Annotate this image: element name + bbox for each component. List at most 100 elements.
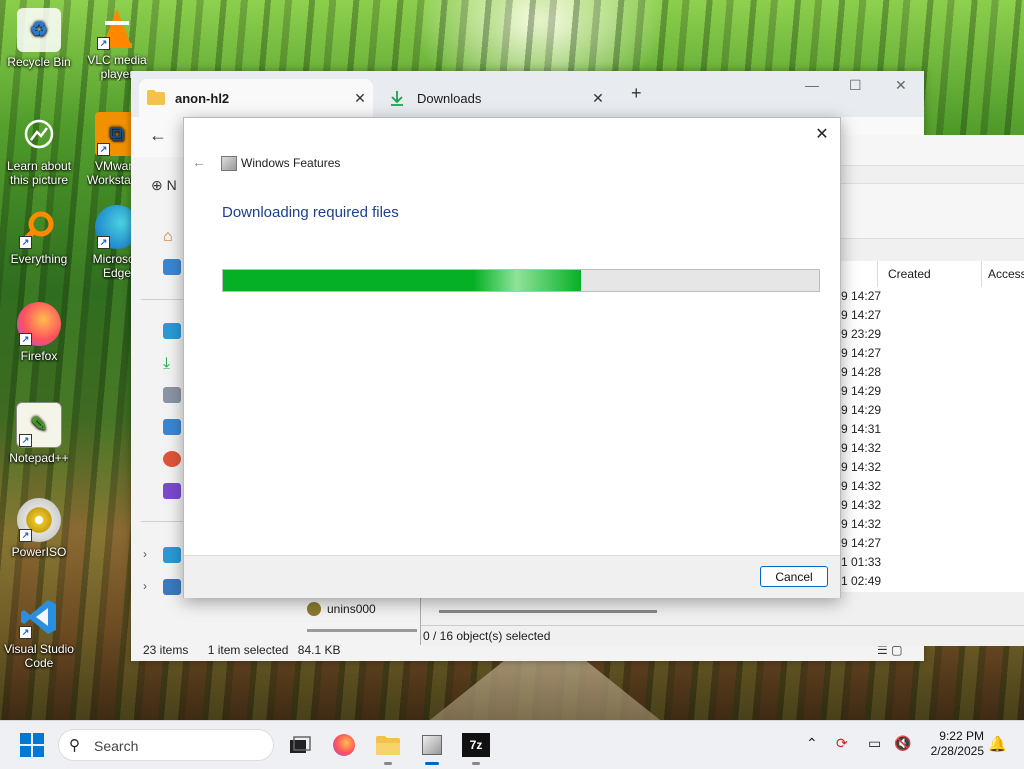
vlc-cone-icon: ↗ (95, 6, 139, 50)
list-item-time[interactable]: 9 14:32 (841, 517, 881, 531)
column-created[interactable]: Created (888, 267, 931, 281)
active-indicator (425, 762, 439, 765)
tab-label: anon-hl2 (175, 90, 230, 106)
list-item-time[interactable]: 9 14:31 (841, 422, 881, 436)
desktop-icon-recycle-bin[interactable]: ♻ Recycle Bin (0, 8, 78, 69)
videos-icon[interactable] (163, 483, 181, 499)
column-separator[interactable] (877, 261, 878, 287)
explorer-tab-bar: anon-hl2 ✕ Downloads ✕ + — ☐ ✕ (131, 71, 924, 117)
everything-search-icon: ↗ (17, 205, 61, 249)
desktop-icon-vscode[interactable]: ↗ Visual Studio Code (0, 595, 78, 670)
back-arrow-icon[interactable]: ← (149, 125, 167, 146)
close-window-icon[interactable]: ✕ (895, 77, 907, 94)
chevron-right-icon[interactable]: › (143, 547, 147, 561)
task-view-icon (290, 736, 311, 753)
list-item-time[interactable]: 1 02:49 (841, 574, 881, 588)
uninstaller-icon (307, 602, 321, 616)
desktop-icon-poweriso[interactable]: ↗ PowerISO (0, 498, 78, 559)
horizontal-scrollbar[interactable] (439, 610, 657, 613)
list-item-time[interactable]: 9 14:32 (841, 441, 881, 455)
learn-picture-icon (17, 112, 61, 156)
vscode-icon: ↗ (17, 595, 61, 639)
progress-fill (223, 270, 581, 291)
list-item-time[interactable]: 9 14:28 (841, 365, 881, 379)
firefox-icon: ↗ (17, 302, 61, 346)
pictures-icon[interactable] (163, 419, 181, 435)
taskbar-file-explorer[interactable] (372, 729, 404, 765)
shortcut-arrow-icon: ↗ (97, 236, 110, 249)
clock-time: 9:22 PM (939, 729, 984, 743)
notification-bell-icon[interactable]: 🔔 (988, 735, 1007, 753)
gallery-icon[interactable] (163, 259, 181, 275)
close-icon[interactable]: ✕ (812, 124, 832, 144)
taskbar-search-box[interactable]: ⚲ Search (58, 729, 274, 761)
music-icon[interactable] (163, 451, 181, 467)
taskbar-windows-features[interactable] (416, 729, 448, 765)
list-item-time[interactable]: 9 14:27 (841, 536, 881, 550)
list-item-time[interactable]: 9 14:27 (841, 346, 881, 360)
list-item-time[interactable]: 9 14:32 (841, 479, 881, 493)
tab-close-icon[interactable]: ✕ (347, 90, 373, 107)
dialog-footer: Cancel (184, 555, 840, 598)
column-separator[interactable] (981, 261, 982, 287)
dialog-heading: Downloading required files (222, 204, 399, 221)
explorer-status-bar: 23 items 1 item selected 84.1 KB (143, 643, 356, 657)
tab-close-icon[interactable]: ✕ (585, 90, 611, 107)
list-item-time[interactable]: 9 14:32 (841, 460, 881, 474)
shortcut-arrow-icon: ↗ (19, 529, 32, 542)
desktop-icon-everything[interactable]: ↗ Everything (0, 205, 78, 266)
horizontal-scrollbar[interactable] (307, 629, 417, 632)
nav-divider (141, 299, 183, 300)
desktop-icon-label: PowerISO (11, 545, 67, 559)
this-pc-icon[interactable] (163, 547, 181, 563)
list-item-time[interactable]: 1 01:33 (841, 555, 881, 569)
desktop-icon-vlc[interactable]: ↗ VLC media player (78, 6, 156, 81)
taskbar-7zip[interactable]: 7z (460, 729, 492, 765)
start-button[interactable] (20, 733, 44, 757)
task-view-button[interactable] (284, 729, 316, 761)
chevron-up-icon[interactable]: ⌃ (806, 735, 818, 752)
update-sync-icon[interactable]: ⟳ (836, 735, 848, 752)
downloads-icon[interactable]: ⤓ (163, 355, 181, 372)
back-arrow-icon[interactable]: ← (192, 154, 206, 170)
list-item-time[interactable]: 9 14:27 (841, 289, 881, 303)
new-button-label: N (166, 177, 177, 193)
minimize-icon[interactable]: — (805, 77, 819, 93)
desktop-icon-notepadpp[interactable]: ✎ ↗ Notepad++ (0, 402, 78, 465)
windows-logo-tile (20, 746, 31, 757)
tab-label: Downloads (417, 90, 482, 106)
tab-anon-hl2[interactable]: anon-hl2 ✕ (139, 79, 373, 117)
speaker-muted-icon[interactable]: 🔇 (894, 735, 911, 752)
documents-icon[interactable] (163, 387, 181, 403)
windows-logo-tile (20, 733, 31, 744)
archive-status-bar: 0 / 16 object(s) selected (421, 625, 1024, 646)
cancel-button[interactable]: Cancel (760, 566, 828, 587)
new-button[interactable]: ⊕ N (151, 177, 177, 194)
desktop-icon-firefox[interactable]: ↗ Firefox (0, 302, 78, 363)
notepadpp-icon: ✎ ↗ (16, 402, 62, 448)
column-accessed[interactable]: Access (988, 267, 1024, 281)
tab-downloads[interactable]: Downloads ✕ (381, 79, 611, 117)
network-icon[interactable] (163, 579, 181, 595)
list-item-time[interactable]: 9 14:29 (841, 403, 881, 417)
running-indicator (384, 762, 392, 765)
list-item-time[interactable]: 9 23:29 (841, 327, 881, 341)
folder-icon (376, 736, 400, 755)
home-icon[interactable]: ⌂ (163, 228, 181, 245)
desktop-icon-learn-picture[interactable]: Learn about this picture (0, 112, 78, 187)
maximize-icon[interactable]: ☐ (849, 77, 862, 94)
file-item-unins000[interactable]: unins000 (307, 602, 376, 616)
nav-divider (141, 521, 183, 522)
list-item-time[interactable]: 9 14:29 (841, 384, 881, 398)
list-item-time[interactable]: 9 14:32 (841, 498, 881, 512)
network-monitor-icon[interactable]: ▭ (868, 735, 881, 752)
archive-menu-bar (841, 135, 1024, 166)
selection-count: 0 / 16 object(s) selected (423, 629, 551, 643)
desktop-folder-icon[interactable] (163, 323, 181, 339)
dialog-title: Windows Features (241, 156, 341, 170)
new-tab-button[interactable]: + (631, 83, 642, 104)
taskbar-firefox[interactable] (328, 729, 360, 761)
chevron-right-icon[interactable]: › (143, 579, 147, 593)
list-item-time[interactable]: 9 14:27 (841, 308, 881, 322)
system-clock[interactable]: 9:22 PM 2/28/2025 (920, 729, 984, 759)
